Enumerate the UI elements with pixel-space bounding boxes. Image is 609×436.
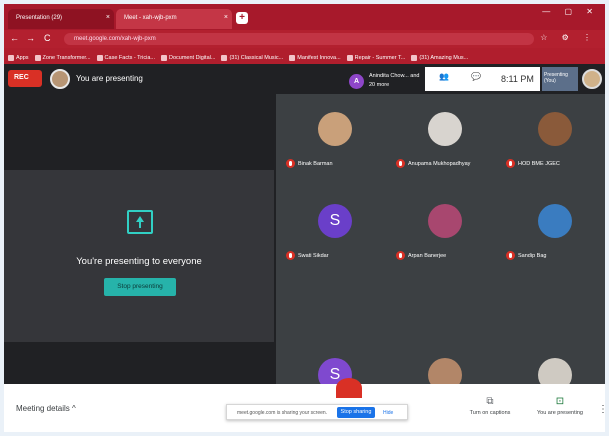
tab-label: Presentation (29) [16,15,63,21]
tab-label: Meet - xah-wjb-pxm [124,15,177,21]
participant-name: Binak Barman [286,159,333,168]
browser-action-icons[interactable]: ☆ ⚙ ⋮ [540,33,597,42]
more-options-icon[interactable]: ⋮ [598,404,605,415]
bookmark-item[interactable]: Zone Transformer... [34,51,91,64]
avatar [538,204,572,238]
reload-icon[interactable]: C [44,33,51,43]
avatar [428,204,462,238]
captions-label: Turn on captions [469,410,511,416]
participant-grid: Binak Barman Anupama Mukhopadhyay HOD BM… [276,94,605,392]
mic-off-icon [506,251,515,260]
avatar: S [318,204,352,238]
mic-off-icon [396,159,405,168]
participant-name: Arpan Banerjee [396,251,446,260]
avatar [538,112,572,146]
close-tab-icon[interactable]: × [106,14,110,21]
leave-call-button[interactable] [336,378,362,398]
bookmark-item[interactable]: Apps [8,51,29,64]
participant-tile[interactable] [500,284,605,392]
back-icon[interactable]: ← [10,33,19,43]
captions-button[interactable]: ⧉ Turn on captions [462,396,518,416]
captions-icon: ⧉ [486,396,494,407]
participant-name: Sandip Bag [506,251,546,260]
url-input[interactable]: meet.google.com/xah-wjb-pxm [64,33,534,45]
window-controls[interactable]: — ▢ ✕ [542,7,599,16]
participant-name: HOD BME JGEC [506,159,560,168]
bookmark-icon [34,54,41,61]
participant-chip-label: Anindita Chow... and 20 more [369,73,420,88]
share-notice-text: meet.google.com is sharing your screen. [237,410,328,416]
presentation-thumbnail[interactable]: Presenting (You) [542,67,578,91]
presenting-pane: You're presenting to everyone Stop prese… [4,94,274,380]
browser-tab-presentation[interactable]: Presentation (29) × [8,9,114,29]
bookmark-item[interactable]: (31) Classical Music... [221,51,283,64]
mic-off-icon [396,251,405,260]
stop-presenting-button[interactable]: Stop presenting [104,278,176,296]
people-icon[interactable]: 👥 [439,72,449,81]
chat-icon[interactable]: 💬 [471,72,481,81]
present-icon: ⊡ [555,396,565,407]
account-avatar[interactable] [582,69,602,89]
participant-tile[interactable]: Binak Barman [280,100,388,195]
mic-off-icon [286,159,295,168]
mic-off-icon [506,159,515,168]
bookmark-icon [8,54,14,61]
participant-tile[interactable]: S [280,284,388,392]
participant-tile[interactable] [390,284,498,392]
mic-off-icon [286,251,295,260]
browser-tab-meet[interactable]: Meet - xah-wjb-pxm × [116,9,232,29]
chevron-up-icon: ^ [72,404,76,413]
meeting-details-label: Meeting details [16,404,70,413]
address-bar: ← → C meet.google.com/xah-wjb-pxm ☆ ⚙ ⋮ [4,30,605,48]
stop-sharing-button[interactable]: Stop sharing [337,407,375,418]
bookmark-icon [221,54,228,61]
bookmark-item[interactable]: Manifest Innova... [289,51,341,64]
forward-icon[interactable]: → [26,33,35,43]
participant-tile[interactable]: S Swati Sikdar [280,192,388,287]
meeting-details-button[interactable]: Meeting details ^ [16,404,76,413]
present-label: You are presenting [537,410,583,416]
meet-top-bar: REC You are presenting A Anindita Chow..… [4,64,605,94]
participant-tile[interactable]: HOD BME JGEC [500,100,605,195]
recording-badge: REC [8,70,42,87]
avatar: A [349,74,364,89]
avatar [428,112,462,146]
presenting-card: You're presenting to everyone Stop prese… [4,170,274,342]
bookmark-item[interactable]: Case Facts - Tricia... [96,51,155,64]
hide-button[interactable]: Hide [383,410,393,416]
browser-tab-strip: Presentation (29) × Meet - xah-wjb-pxm ×… [4,4,605,30]
participant-tile[interactable]: Sandip Bag [500,192,605,287]
clock: 8:11 PM [501,74,534,84]
participant-tile[interactable]: Anupama Mukhopadhyay [390,100,498,195]
participant-name: Anupama Mukhopadhyay [396,159,470,168]
bookmark-icon [96,54,103,61]
bookmark-item[interactable]: (31) Amazing Mus... [411,51,468,64]
bookmarks-bar: Apps Zone Transformer... Case Facts - Tr… [4,48,605,64]
bookmark-icon [160,54,167,61]
present-screen-icon [127,210,153,234]
participant-name: Swati Sikdar [286,251,329,260]
new-tab-button[interactable]: + [236,12,248,24]
screen-share-notice: meet.google.com is sharing your screen. … [226,404,408,420]
bookmark-icon [346,54,353,61]
avatar [318,112,352,146]
presenting-status: You are presenting [76,74,143,83]
bookmark-item[interactable]: Document Digital... [160,51,215,64]
close-tab-icon[interactable]: × [224,14,228,21]
meeting-info-panel: 👥 💬 8:11 PM [425,67,540,91]
bottom-control-bar: Meeting details ^ meet.google.com is sha… [4,378,605,432]
bookmark-icon [411,54,418,61]
avatar [50,69,70,89]
bookmark-icon [289,54,296,61]
present-now-button[interactable]: ⊡ You are presenting [530,396,590,416]
screenshot-frame: Presentation (29) × Meet - xah-wjb-pxm ×… [4,4,605,432]
participant-tile[interactable]: Arpan Banerjee [390,192,498,287]
bookmark-item[interactable]: Repair - Summer T... [346,51,405,64]
presenting-title: You're presenting to everyone [76,256,202,267]
